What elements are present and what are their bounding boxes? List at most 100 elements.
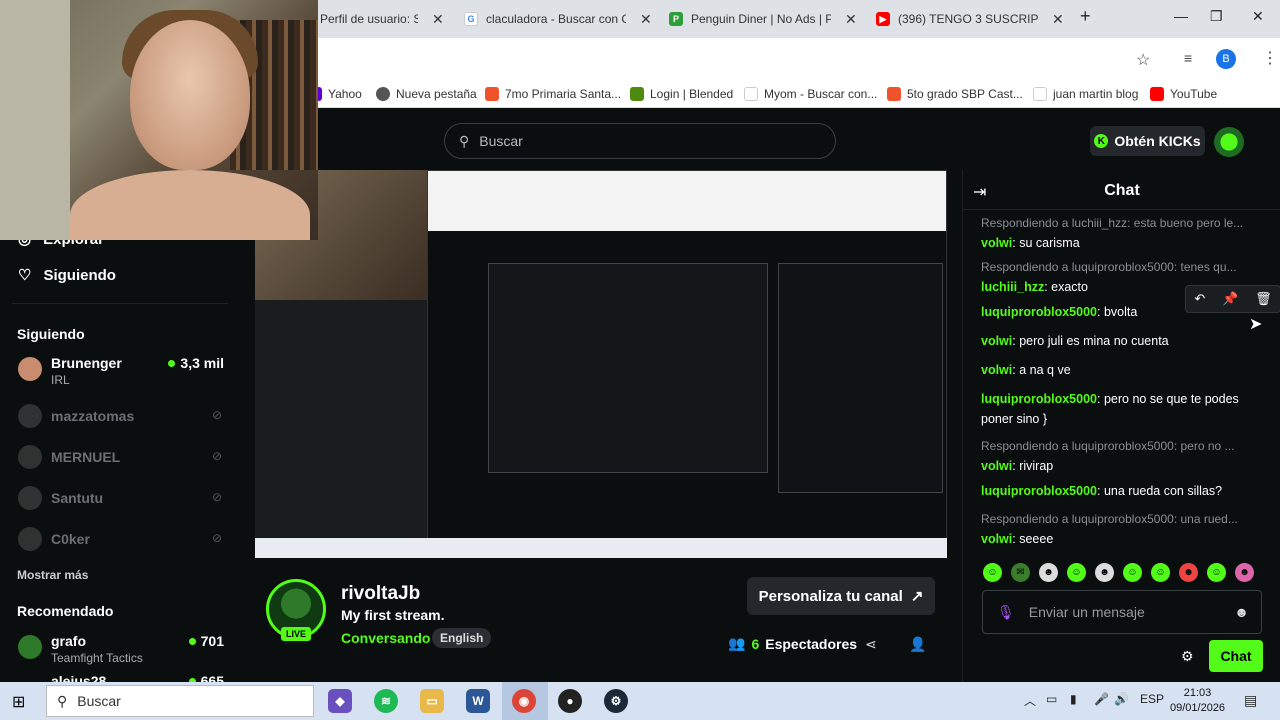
menu-kebab-icon[interactable]: ⋮ bbox=[1262, 48, 1278, 68]
close-tab-icon[interactable]: ✕ bbox=[432, 11, 444, 28]
share-icon[interactable]: ⋖ bbox=[865, 636, 877, 653]
reply-icon[interactable]: ↶ bbox=[1194, 291, 1205, 307]
chat-message[interactable]: Respondiendo a luchiii_hzz: esta bueno p… bbox=[981, 213, 1261, 253]
chat-send-button[interactable]: Chat bbox=[1209, 640, 1263, 672]
notifications-icon[interactable]: ▤ bbox=[1244, 692, 1257, 709]
minimize-icon[interactable]: — bbox=[1174, 8, 1188, 24]
viewer-count: 3,3 mil bbox=[168, 355, 224, 371]
emote-icon[interactable]: ✉ bbox=[1011, 563, 1030, 582]
nav-following[interactable]: ♡ Siguiendo bbox=[18, 266, 116, 285]
emote-icon[interactable]: ☺ bbox=[983, 563, 1002, 582]
emote-icon[interactable]: ☻ bbox=[1039, 563, 1058, 582]
following-channel-mernuel[interactable]: MERNUEL ⊘ bbox=[18, 441, 228, 477]
following-channel-santutu[interactable]: Santutu ⊘ bbox=[18, 482, 228, 518]
profile-avatar[interactable]: B bbox=[1216, 49, 1236, 69]
windows-start-icon[interactable]: ⊞ bbox=[12, 692, 25, 712]
customize-channel-button[interactable]: Personaliza tu canal ↗ bbox=[747, 577, 935, 615]
chat-message[interactable]: luquiproroblox5000: pero no se que te po… bbox=[981, 389, 1261, 429]
windows-taskbar: ⊞ ⚲ Buscar ◆ ≋ ▭ W ◉ ● ⚙ ︿ ▭ ▮ 🎤 🔊 ESP 2… bbox=[0, 682, 1280, 720]
tab-calculadora[interactable]: G claculadora - Buscar con Go ✕ bbox=[464, 6, 652, 32]
microphone-icon[interactable]: 🎙 bbox=[997, 604, 1015, 621]
following-channel-brunenger[interactable]: Brunenger IRL 3,3 mil bbox=[18, 353, 228, 389]
chat-settings-icon[interactable]: ⚙ bbox=[1181, 648, 1194, 665]
recommended-channel-aleius28[interactable]: aleius28 665 bbox=[18, 671, 228, 682]
bookmark-youtube[interactable]: YouTube bbox=[1150, 87, 1217, 101]
taskbar-search-input[interactable]: ⚲ Buscar bbox=[46, 685, 314, 717]
emote-icon[interactable]: ☺ bbox=[1067, 563, 1086, 582]
bookmark-5to-grado[interactable]: 5to grado SBP Cast... bbox=[887, 87, 1023, 101]
emote-icon[interactable]: ☺ bbox=[1123, 563, 1142, 582]
close-window-icon[interactable]: ✕ bbox=[1252, 8, 1264, 25]
emote-icon[interactable]: ☻ bbox=[1235, 563, 1254, 582]
live-dot-icon bbox=[188, 637, 196, 645]
file-explorer-icon[interactable]: ▭ bbox=[420, 689, 444, 713]
network-icon[interactable]: ▭ bbox=[1046, 692, 1057, 706]
chrome-icon[interactable]: ◉ bbox=[512, 689, 536, 713]
tab-user-profile[interactable]: Perfil de usuario: Sa ✕ bbox=[320, 6, 444, 32]
chat-header: ⇥ Chat bbox=[963, 170, 1280, 210]
chat-message-input[interactable]: 🎙 Enviar un mensaje ☻ bbox=[982, 590, 1262, 634]
address-bar[interactable]: ☆ ≡ B ⋮ bbox=[318, 38, 1280, 80]
chat-message[interactable]: luquiproroblox5000: una rueda con sillas… bbox=[981, 481, 1261, 501]
obs-icon[interactable]: ● bbox=[558, 689, 582, 713]
bookmark-myom[interactable]: Myom - Buscar con... bbox=[744, 87, 877, 101]
pin-icon[interactable]: 📌 bbox=[1222, 291, 1238, 307]
emoji-icon[interactable]: ☻ bbox=[1234, 604, 1249, 620]
nested-browser-bar bbox=[428, 171, 946, 231]
app-icon[interactable]: ◆ bbox=[328, 689, 352, 713]
chat-message[interactable]: Respondiendo a luquiproroblox5000: pero … bbox=[981, 436, 1261, 476]
following-channel-c0ker[interactable]: C0ker ⊘ bbox=[18, 523, 228, 559]
language-indicator[interactable]: ESP bbox=[1140, 692, 1164, 706]
tab-youtube[interactable]: ▶ (396) TENGO 3 SUSCRIPTOR ✕ bbox=[876, 6, 1064, 32]
get-kicks-button[interactable]: K Obtén KICKs bbox=[1090, 126, 1205, 156]
bookmark-star-icon[interactable]: ☆ bbox=[1136, 50, 1150, 70]
close-tab-icon[interactable]: ✕ bbox=[845, 11, 857, 28]
nested-screen-capture bbox=[427, 170, 947, 540]
emote-icon[interactable]: ☺ bbox=[1207, 563, 1226, 582]
stream-category[interactable]: Conversando bbox=[341, 630, 430, 646]
microphone-icon[interactable]: 🎤 bbox=[1094, 692, 1109, 706]
chat-message[interactable]: volwi: a na q ve bbox=[981, 360, 1261, 380]
nested-screen-capture-2 bbox=[488, 263, 768, 473]
streamer-name[interactable]: rivoltaJb bbox=[341, 583, 420, 605]
bookmark-yahoo[interactable]: Yahoo bbox=[316, 87, 362, 101]
chat-message[interactable]: volwi: pero juli es mina no cuenta bbox=[981, 331, 1261, 351]
search-icon: ⚲ bbox=[57, 692, 68, 709]
following-channel-mazzatomas[interactable]: mazzatomas ⊘ bbox=[18, 400, 228, 436]
emote-icon[interactable]: ☻ bbox=[1095, 563, 1114, 582]
emote-icon[interactable]: ☺ bbox=[1151, 563, 1170, 582]
tab-penguin-diner[interactable]: P Penguin Diner | No Ads | Pla ✕ bbox=[669, 6, 857, 32]
emote-icon[interactable]: ☻ bbox=[1179, 563, 1198, 582]
avatar bbox=[18, 404, 42, 428]
new-tab-button[interactable]: + bbox=[1080, 6, 1091, 27]
add-user-icon[interactable]: 👤 bbox=[909, 636, 926, 653]
blogger-icon bbox=[485, 87, 499, 101]
battery-icon[interactable]: ▮ bbox=[1070, 692, 1077, 706]
kick-search-input[interactable]: ⚲ Buscar bbox=[444, 123, 836, 159]
delete-icon[interactable]: 🗑 bbox=[1255, 291, 1272, 307]
external-link-icon: ↗ bbox=[910, 588, 924, 605]
close-tab-icon[interactable]: ✕ bbox=[640, 11, 652, 28]
webcam-overlay bbox=[0, 0, 318, 240]
recommended-channel-grafo[interactable]: grafo Teamfight Tactics 701 bbox=[18, 631, 228, 667]
user-avatar[interactable] bbox=[1214, 127, 1244, 157]
bookmark-blended[interactable]: Login | Blended bbox=[630, 87, 733, 101]
bookmark-new-tab[interactable]: Nueva pestaña bbox=[376, 87, 477, 101]
bookmark-juan-martin[interactable]: juan martin blog bbox=[1033, 87, 1138, 101]
word-icon[interactable]: W bbox=[466, 689, 490, 713]
chat-message[interactable]: Respondiendo a luquiproroblox5000: una r… bbox=[981, 509, 1261, 549]
youtube-icon: ▶ bbox=[876, 12, 890, 26]
spotify-icon[interactable]: ≋ bbox=[374, 689, 398, 713]
clock[interactable]: 21:03 09/01/2026 bbox=[1170, 686, 1225, 716]
mouse-cursor-icon: ➤ bbox=[1249, 316, 1263, 333]
show-more-link[interactable]: Mostrar más bbox=[17, 568, 88, 582]
media-icon[interactable]: ≡ bbox=[1184, 50, 1192, 66]
stream-video-player[interactable] bbox=[255, 170, 947, 558]
close-tab-icon[interactable]: ✕ bbox=[1052, 11, 1064, 28]
volume-icon[interactable]: 🔊 bbox=[1114, 692, 1129, 706]
bookmark-primaria[interactable]: 7mo Primaria Santa... bbox=[485, 87, 621, 101]
steam-icon[interactable]: ⚙ bbox=[604, 689, 628, 713]
restore-icon[interactable]: ❐ bbox=[1210, 8, 1223, 25]
chevron-up-icon[interactable]: ︿ bbox=[1024, 692, 1036, 709]
language-tag[interactable]: English bbox=[432, 628, 492, 648]
